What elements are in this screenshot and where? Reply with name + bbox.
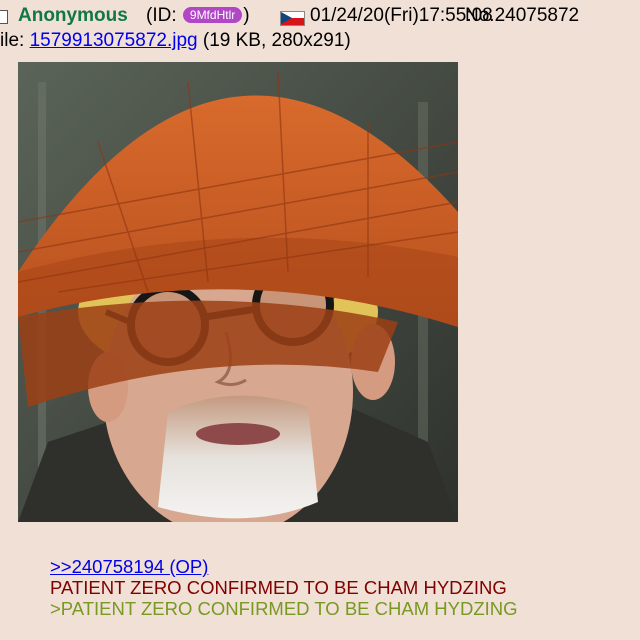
post-header: Anonymous (ID: 9MfdHtlr) 01/24/20(Fri)17… (0, 4, 640, 28)
greentext-line: >PATIENT ZERO CONFIRMED TO BE CHAM HYDZI… (50, 598, 518, 619)
poster-id-badge[interactable]: 9MfdHtlr (182, 7, 243, 23)
post-image[interactable] (18, 62, 458, 522)
file-info: ile: 1579913075872.jpg (19 KB, 280x291) (0, 30, 351, 52)
quote-link[interactable]: >>240758194 (OP) (50, 556, 518, 577)
message-line: PATIENT ZERO CONFIRMED TO BE CHAM HYDZIN… (50, 577, 507, 598)
file-link[interactable]: 1579913075872.jpg (30, 30, 198, 51)
post-number-link[interactable]: No.24075872 (465, 4, 579, 28)
poster-id-prefix: (ID: (146, 5, 177, 26)
post-message: >>240758194 (OP) PATIENT ZERO CONFIRMED … (50, 556, 518, 619)
post-select-checkbox[interactable] (0, 10, 8, 24)
file-label: ile: (0, 30, 25, 51)
czech-flag-icon (280, 11, 305, 26)
file-details: (19 KB, 280x291) (202, 30, 351, 51)
poster-id: (ID: 9MfdHtlr) (146, 4, 250, 28)
post-image-man-with-conical-hat (18, 62, 458, 522)
poster-id-suffix: ) (243, 5, 250, 26)
poster-name: Anonymous (18, 5, 128, 26)
